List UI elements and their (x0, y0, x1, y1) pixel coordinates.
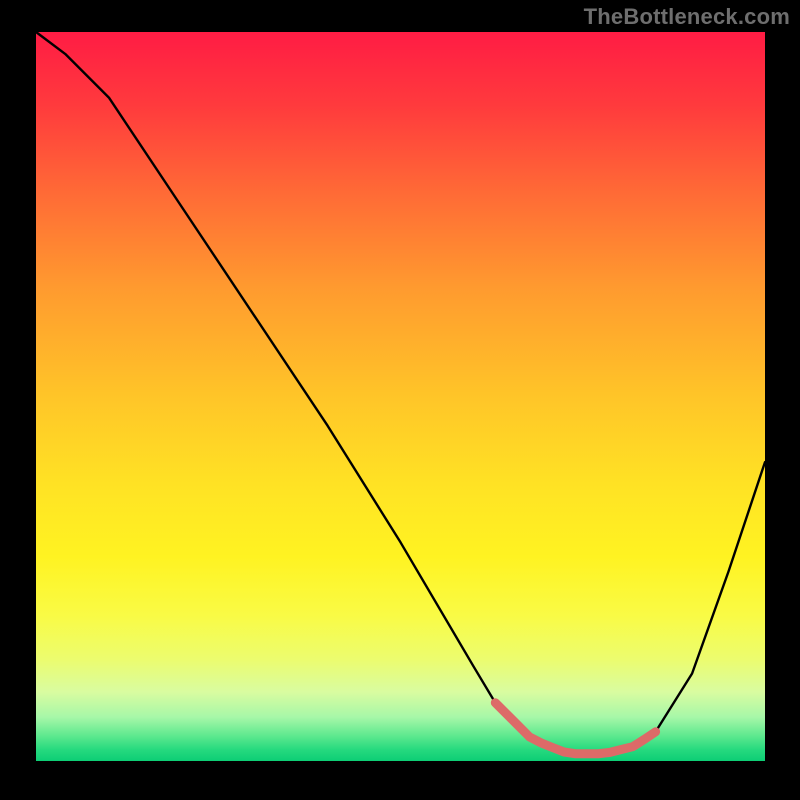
chart-container: TheBottleneck.com (0, 0, 800, 800)
watermark: TheBottleneck.com (584, 4, 790, 30)
plot-background (36, 32, 765, 761)
bottleneck-chart (0, 0, 800, 800)
